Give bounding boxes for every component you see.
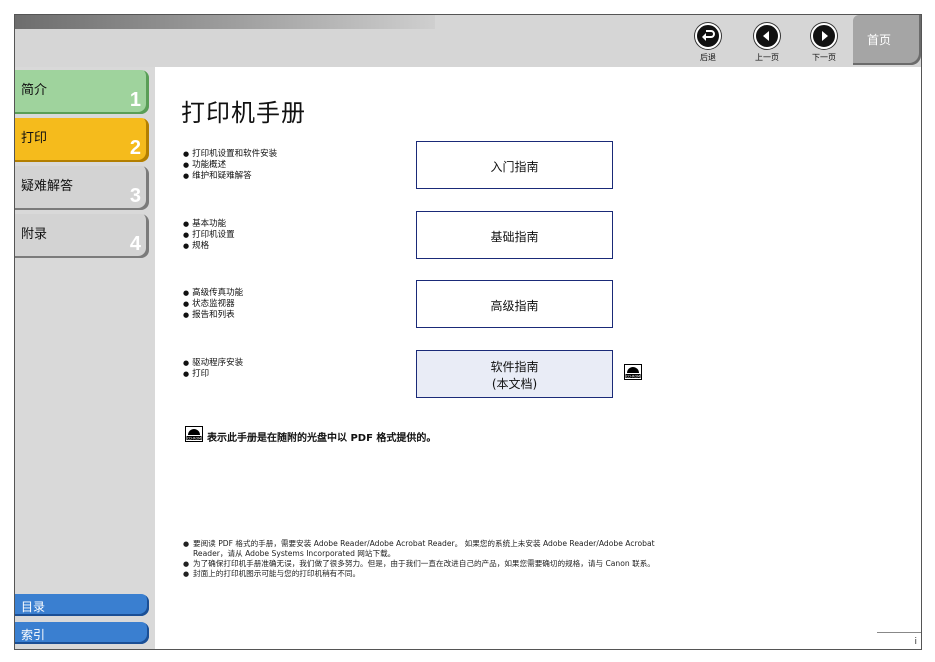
guide-label: 入门指南 bbox=[490, 160, 539, 174]
feature-list: 高级传真功能 状态监视器 报告和列表 bbox=[183, 288, 243, 321]
feature-list: 驱动程序安装 打印 bbox=[183, 358, 243, 380]
list-item: 打印机设置和软件安装 bbox=[183, 149, 277, 160]
home-label: 首页 bbox=[867, 33, 892, 47]
left-arrow-icon bbox=[754, 23, 780, 49]
tab-printing[interactable]: 打印 2 bbox=[15, 118, 149, 162]
back-arrow-icon bbox=[695, 23, 721, 49]
feature-list: 基本功能 打印机设置 规格 bbox=[183, 219, 235, 252]
contents-label: 目录 bbox=[21, 600, 46, 614]
guide-sublabel: (本文档) bbox=[491, 377, 538, 391]
list-item: 打印机设置 bbox=[183, 230, 235, 241]
tab-number: 4 bbox=[129, 233, 141, 255]
footnote: 要阅读 PDF 格式的手册，需要安装 Adobe Reader/Adobe Ac… bbox=[183, 539, 663, 559]
list-item: 状态监视器 bbox=[183, 299, 243, 310]
page-title: 打印机手册 bbox=[181, 99, 306, 127]
top-bar: 后退 上一页 下一页 首页 bbox=[15, 15, 921, 67]
prev-page-label: 上一页 bbox=[755, 53, 779, 62]
next-page-button[interactable]: 下一页 bbox=[804, 23, 844, 63]
tab-label: 疑难解答 bbox=[21, 179, 74, 194]
next-page-label: 下一页 bbox=[812, 53, 836, 62]
tab-number: 3 bbox=[129, 185, 141, 207]
guide-label: 高级指南 bbox=[490, 299, 539, 313]
tab-label: 打印 bbox=[21, 131, 48, 146]
right-arrow-icon bbox=[811, 23, 837, 49]
tab-number: 2 bbox=[129, 137, 141, 159]
list-item: 高级传真功能 bbox=[183, 288, 243, 299]
feature-list: 打印机设置和软件安装 功能概述 维护和疑难解答 bbox=[183, 149, 277, 182]
footnotes: 要阅读 PDF 格式的手册，需要安装 Adobe Reader/Adobe Ac… bbox=[183, 539, 663, 579]
tab-number: 1 bbox=[129, 89, 141, 111]
footnote: 为了确保打印机手册准确无误，我们做了很多努力。但是，由于我们一直在改进自己的产品… bbox=[183, 559, 663, 569]
cd-rom-icon: CD-ROM bbox=[624, 364, 642, 380]
guide-label: 基础指南 bbox=[490, 230, 539, 244]
list-item: 驱动程序安装 bbox=[183, 358, 243, 369]
list-item: 规格 bbox=[183, 241, 235, 252]
list-item: 基本功能 bbox=[183, 219, 235, 230]
list-item: 报告和列表 bbox=[183, 310, 243, 321]
tab-appendix[interactable]: 附录 4 bbox=[15, 214, 149, 258]
software-guide-button[interactable]: 软件指南 (本文档) bbox=[416, 350, 613, 398]
tab-introduction[interactable]: 简介 1 bbox=[15, 70, 149, 114]
footnote: 封面上的打印机图示可能与您的打印机稍有不同。 bbox=[183, 569, 663, 579]
prev-page-button[interactable]: 上一页 bbox=[747, 23, 787, 63]
tab-label: 简介 bbox=[21, 83, 48, 98]
svg-text:CD-ROM: CD-ROM bbox=[187, 436, 201, 440]
cd-note: 表示此手册是在随附的光盘中以 PDF 格式提供的。 bbox=[207, 433, 437, 444]
manual-page: 后退 上一页 下一页 首页 简介 1 打印 2 疑难解答 3 附录 4 目录 索… bbox=[14, 14, 922, 650]
divider bbox=[877, 632, 921, 633]
advanced-guide-button[interactable]: 高级指南 bbox=[416, 280, 613, 328]
back-label: 后退 bbox=[700, 53, 716, 62]
index-link[interactable]: 索引 bbox=[15, 622, 149, 644]
list-item: 功能概述 bbox=[183, 160, 277, 171]
cd-rom-icon: CD-ROM bbox=[185, 426, 203, 442]
tab-label: 附录 bbox=[21, 227, 48, 242]
list-item: 维护和疑难解答 bbox=[183, 171, 277, 182]
svg-text:CD-ROM: CD-ROM bbox=[626, 374, 640, 378]
page-number: i bbox=[914, 637, 917, 647]
sidebar: 简介 1 打印 2 疑难解答 3 附录 4 目录 索引 bbox=[15, 67, 155, 649]
back-button[interactable]: 后退 bbox=[688, 23, 728, 63]
contents-link[interactable]: 目录 bbox=[15, 594, 149, 616]
basic-guide-button[interactable]: 基础指南 bbox=[416, 211, 613, 259]
getting-started-guide-button[interactable]: 入门指南 bbox=[416, 141, 613, 189]
index-label: 索引 bbox=[21, 628, 46, 642]
tab-troubleshooting[interactable]: 疑难解答 3 bbox=[15, 166, 149, 210]
home-button[interactable]: 首页 bbox=[853, 15, 921, 65]
list-item: 打印 bbox=[183, 369, 243, 380]
guide-label: 软件指南 bbox=[490, 360, 539, 374]
